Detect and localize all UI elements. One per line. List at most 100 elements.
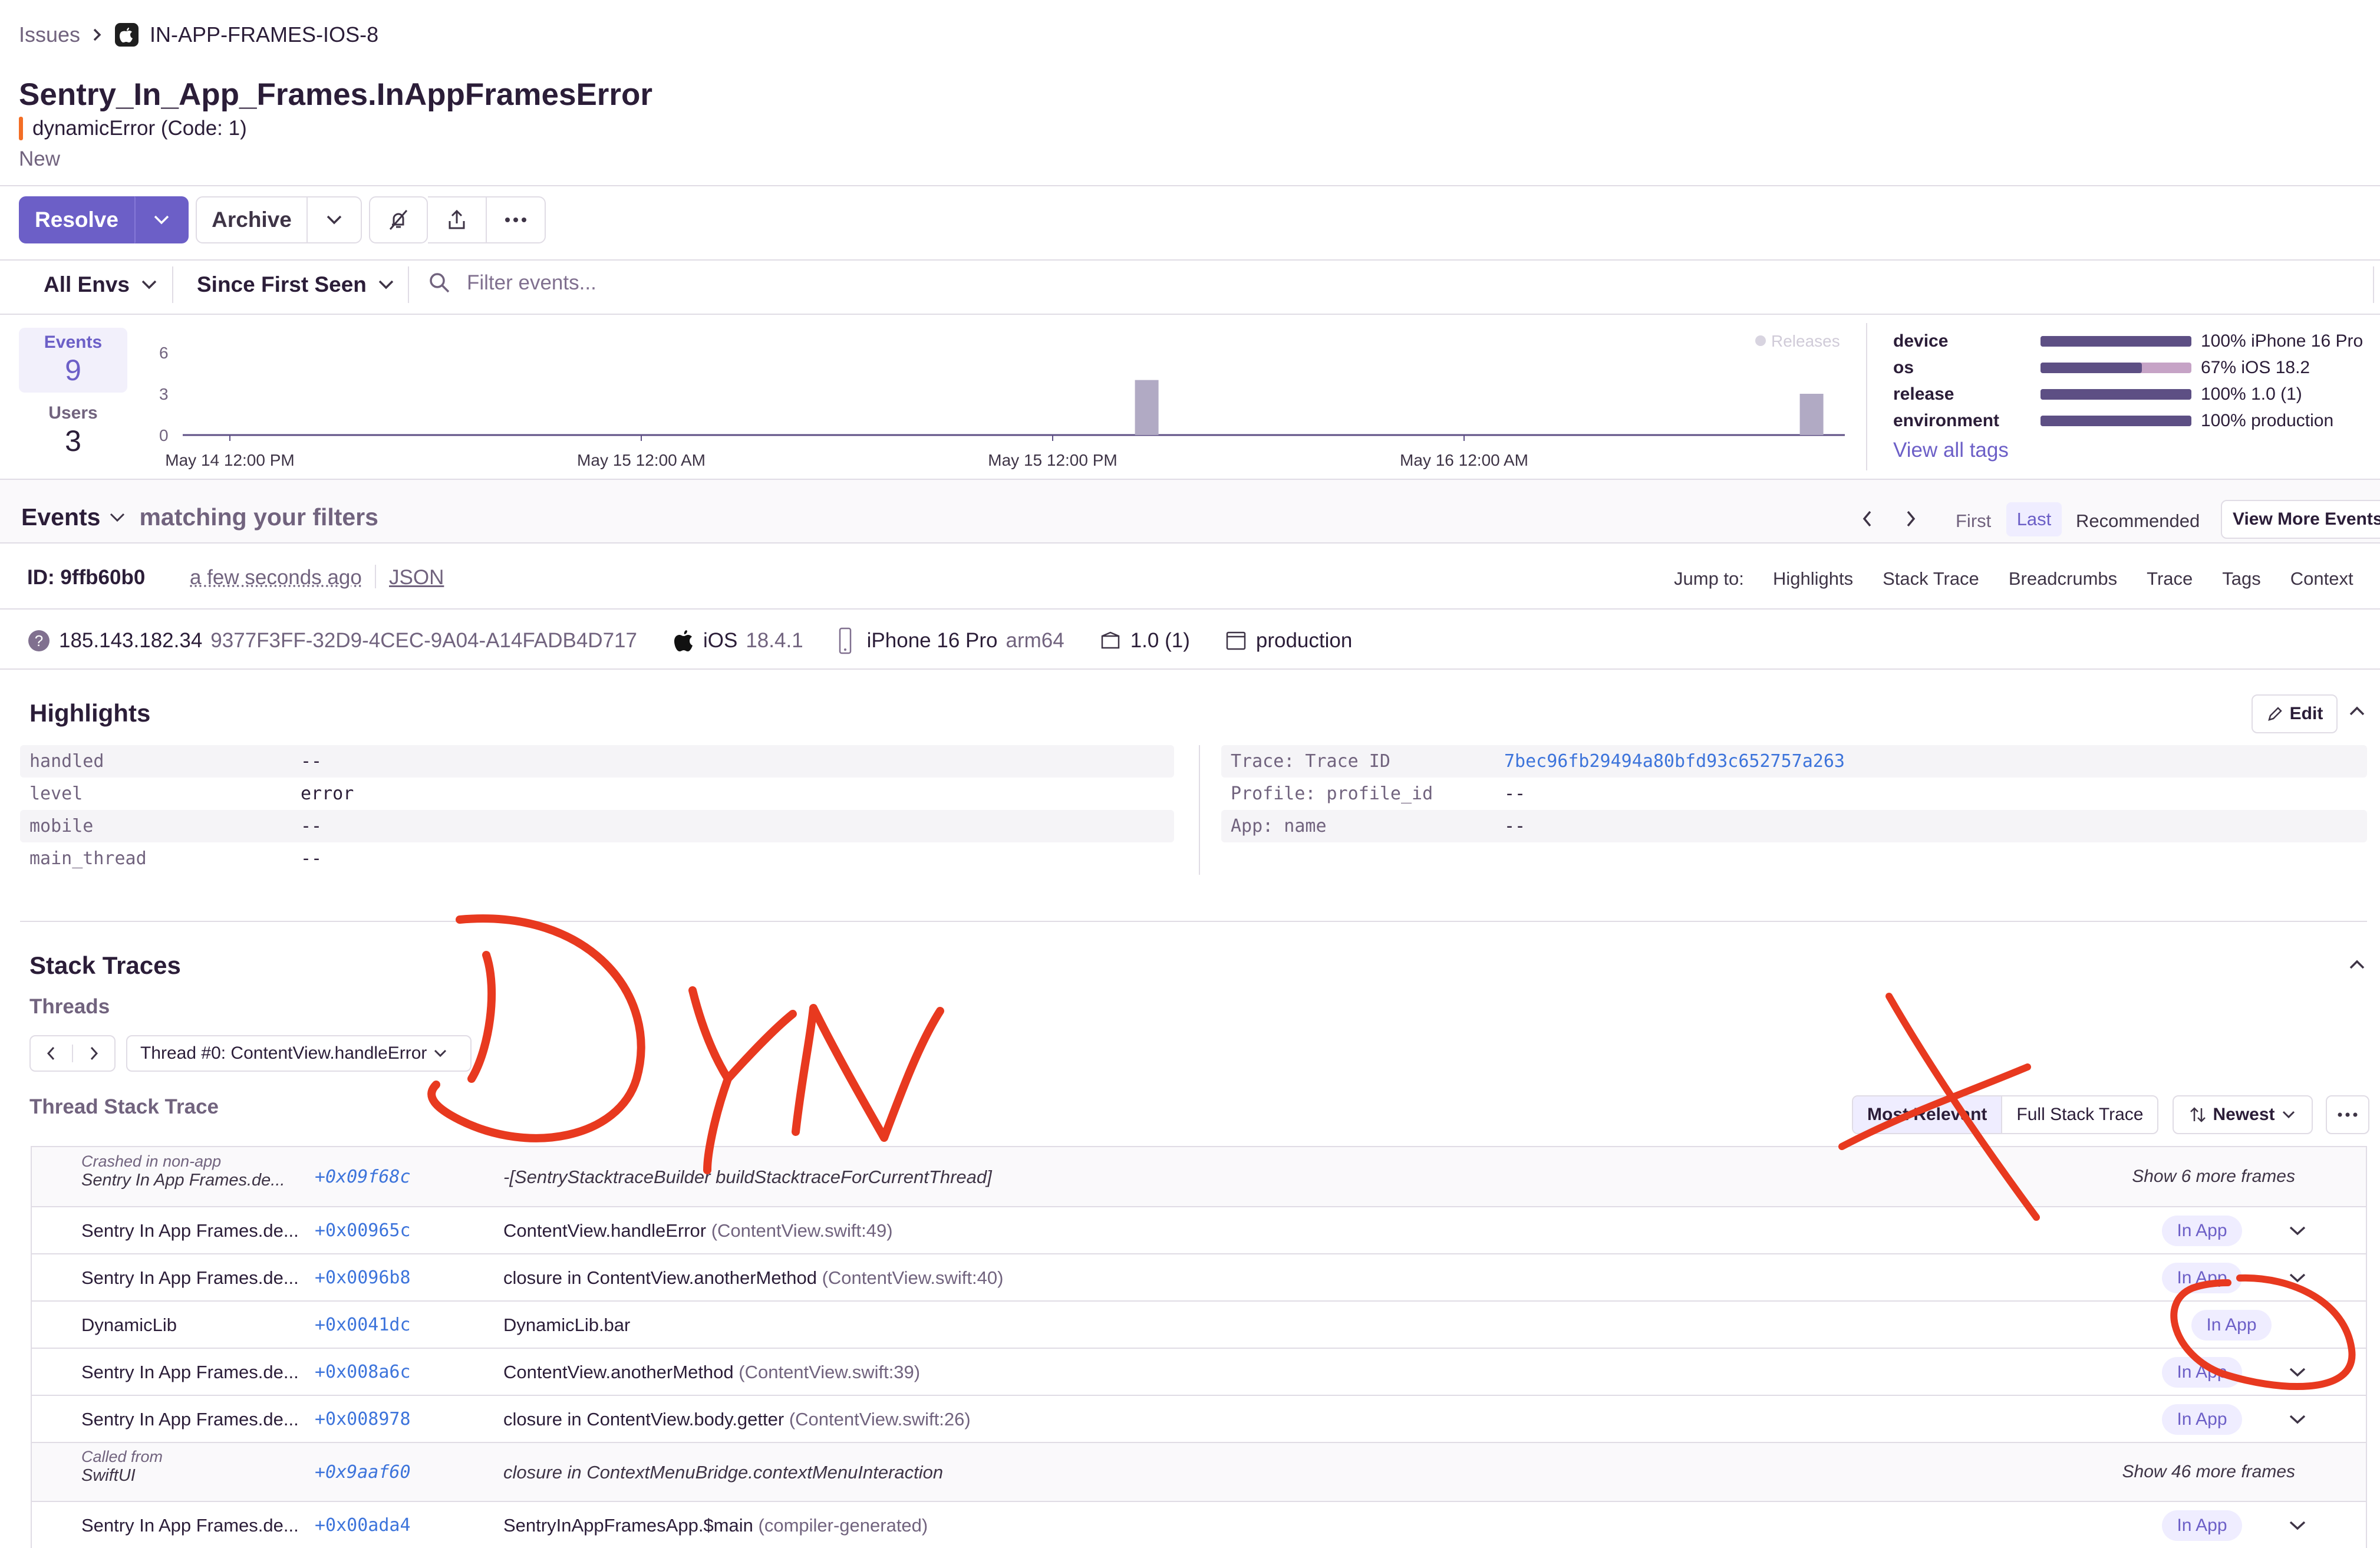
jump-link-stack-trace[interactable]: Stack Trace (1883, 568, 1979, 589)
expand-frame-chevron-icon[interactable] (2288, 1366, 2307, 1378)
breadcrumb-issues[interactable]: Issues (19, 22, 80, 47)
highlight-key: Trace: Trace ID (1231, 751, 1390, 772)
frame-address: +0x9aaf60 (315, 1462, 411, 1483)
chevron-right-icon (91, 26, 104, 44)
view-more-events-button[interactable]: View More Events (2221, 500, 2380, 539)
question-icon: ? (27, 629, 51, 653)
jump-link-trace[interactable]: Trace (2147, 568, 2193, 589)
recommended-event-button[interactable]: Recommended (2076, 510, 2200, 532)
resolve-button[interactable]: Resolve (19, 196, 134, 243)
y-tick-label: 3 (159, 385, 169, 403)
x-tick-label: May 16 12:00 AM (1400, 451, 1528, 469)
view-all-tags-link[interactable]: View all tags (1893, 439, 2009, 462)
frame-module: Sentry In App Frames.de... (81, 1409, 299, 1430)
env-filter[interactable]: All Envs (44, 272, 158, 297)
event-time[interactable]: a few seconds ago (190, 566, 362, 589)
expand-frame-chevron-icon[interactable] (2288, 1520, 2307, 1531)
stack-frame-row[interactable]: Sentry In App Frames.de... +0x00ada4 Sentr… (31, 1501, 2367, 1548)
next-thread-icon[interactable] (73, 1045, 114, 1062)
highlight-row: level error (20, 778, 1174, 810)
more-actions-button[interactable] (487, 196, 546, 243)
stack-frame-row[interactable]: Sentry In App Frames.de... +0x00965c Conte… (31, 1206, 2367, 1253)
highlight-value[interactable]: 7bec96fb29494a80bfd93c652757a263 (1504, 751, 1845, 772)
events-title-group[interactable]: Events matching your filters (21, 503, 378, 531)
full-stack-trace-button[interactable]: Full Stack Trace (2001, 1096, 2157, 1133)
previous-thread-icon[interactable] (31, 1045, 73, 1062)
jump-link-highlights[interactable]: Highlights (1773, 568, 1853, 589)
json-link[interactable]: JSON (389, 566, 444, 589)
tag-row[interactable]: release 100% 1.0 (1) (1893, 381, 2363, 407)
in-app-badge: In App (2191, 1310, 2272, 1340)
jump-link-breadcrumbs[interactable]: Breadcrumbs (2009, 568, 2117, 589)
highlight-key: handled (29, 751, 104, 772)
tag-row[interactable]: device 100% iPhone 16 Pro (1893, 328, 2363, 354)
y-tick-label: 6 (159, 344, 169, 362)
stack-frame-row[interactable]: Called from SwiftUI +0x9aaf60 closure in Co… (31, 1442, 2367, 1501)
expand-frame-chevron-icon[interactable] (2288, 1414, 2307, 1425)
divider (0, 259, 2380, 261)
time-filter[interactable]: Since First Seen (197, 272, 395, 297)
highlight-key: App: name (1231, 816, 1327, 836)
stack-frame-row[interactable]: Sentry In App Frames.de... +0x0096b8 closu… (31, 1253, 2367, 1300)
expand-frame-chevron-icon[interactable] (2288, 1225, 2307, 1237)
chevron-up-icon[interactable] (2348, 705, 2366, 717)
chevron-up-icon[interactable] (2348, 959, 2366, 970)
in-app-badge: In App (2162, 1357, 2242, 1388)
previous-event-icon[interactable] (1860, 508, 1874, 529)
jump-link-tags[interactable]: Tags (2222, 568, 2260, 589)
resolve-dropdown-button[interactable] (134, 196, 189, 243)
highlight-row: App: name -- (1221, 810, 2367, 842)
archive-button[interactable]: Archive (196, 196, 308, 243)
environment-name: production (1255, 629, 1353, 652)
share-button[interactable] (428, 196, 487, 243)
chevron-down-icon (2281, 1109, 2296, 1120)
frame-module: Called from SwiftUI (81, 1448, 163, 1485)
highlight-value: -- (301, 848, 322, 869)
first-event-button[interactable]: First (1956, 510, 1991, 532)
divider (172, 266, 173, 303)
frame-module: DynamicLib (81, 1315, 177, 1335)
ellipsis-icon (2337, 1112, 2358, 1118)
show-more-frames-button[interactable]: Show 46 more frames (2122, 1462, 2295, 1482)
stack-frame-row[interactable]: Sentry In App Frames.de... +0x008a6c Conte… (31, 1348, 2367, 1395)
next-event-icon[interactable] (1904, 508, 1918, 529)
highlight-row: main_thread -- (20, 842, 1174, 875)
tag-bar (2041, 362, 2191, 373)
stack-frame-row[interactable]: Sentry In App Frames.de... +0x008978 closu… (31, 1395, 2367, 1442)
issue-subtitle: dynamicError (Code: 1) (32, 117, 247, 140)
highlight-key: Profile: profile_id (1231, 783, 1433, 804)
highlight-value: error (301, 783, 354, 804)
search-input[interactable]: Filter events... (467, 271, 596, 295)
stack-frame-row[interactable]: Crashed in non-app Sentry In App Frames.d… (31, 1146, 2367, 1206)
tag-value: 100% 1.0 (1) (2201, 384, 2302, 404)
sort-order-button[interactable]: Newest (2173, 1095, 2313, 1134)
device-arch: arm64 (1006, 629, 1064, 652)
events-stat-value: 9 (65, 354, 81, 387)
issue-subtitle-row: dynamicError (Code: 1) (19, 117, 247, 140)
events-stat[interactable]: Events 9 (19, 328, 127, 393)
event-search[interactable]: Filter events... (428, 271, 596, 295)
issue-title: Sentry_In_App_Frames.InAppFramesError (19, 77, 653, 112)
thread-select[interactable]: Thread #0: ContentView.handleError (126, 1035, 472, 1072)
users-stat[interactable]: Users 3 (19, 403, 127, 459)
stack-frame-row[interactable]: DynamicLib +0x0041dc DynamicLib.bar In App (31, 1300, 2367, 1348)
mute-button[interactable] (369, 196, 428, 243)
phone-icon (838, 627, 853, 654)
frame-file: (ContentView.swift:39) (739, 1362, 921, 1382)
divider (0, 314, 2380, 315)
archive-dropdown-button[interactable] (308, 196, 362, 243)
show-more-frames-button[interactable]: Show 6 more frames (2132, 1167, 2295, 1187)
jump-link-context[interactable]: Context (2290, 568, 2353, 589)
trace-options-button[interactable] (2326, 1095, 2369, 1134)
edit-highlights-button[interactable]: Edit (2252, 694, 2338, 733)
tag-name: environment (1893, 410, 2000, 430)
last-event-button[interactable]: Last (2006, 502, 2062, 536)
y-tick-label: 0 (159, 426, 169, 444)
tag-row[interactable]: environment 100% production (1893, 407, 2363, 434)
chevron-down-icon (140, 279, 158, 291)
tag-row[interactable]: os 67% iOS 18.2 (1893, 354, 2363, 381)
events-subtitle: matching your filters (139, 503, 378, 531)
jump-label: Jump to: (1674, 568, 1744, 589)
expand-frame-chevron-icon[interactable] (2288, 1272, 2307, 1284)
most-relevant-button[interactable]: Most Relevant (1853, 1096, 2002, 1133)
